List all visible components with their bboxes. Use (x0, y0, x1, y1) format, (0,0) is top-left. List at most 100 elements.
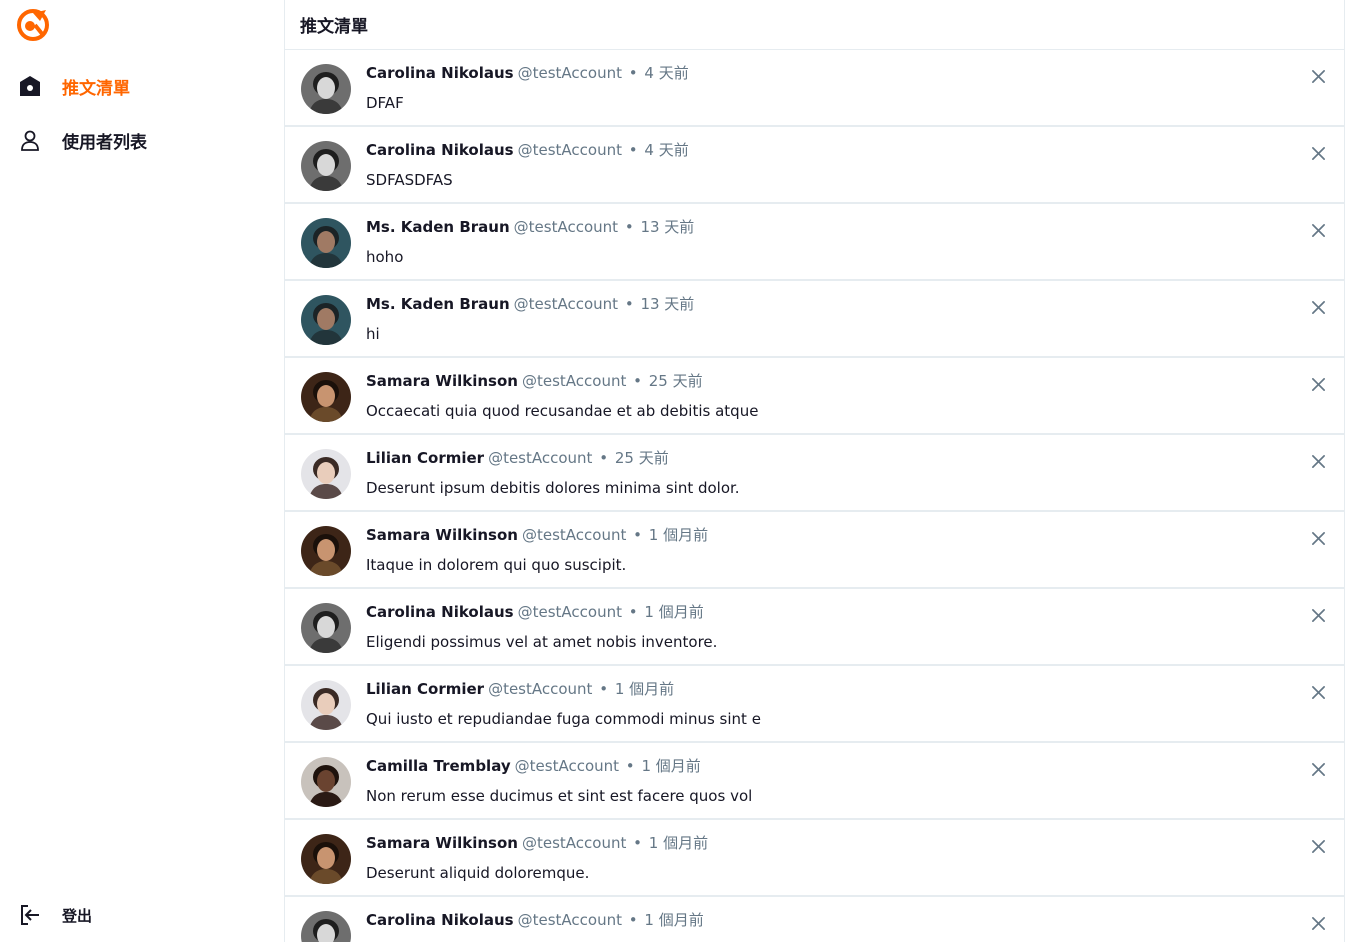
delete-tweet-button[interactable] (1308, 838, 1328, 858)
page-title: 推文清單 (300, 17, 368, 37)
tweet-author-name[interactable]: Carolina Nikolaus (366, 603, 514, 621)
tweet-author-name[interactable]: Carolina Nikolaus (366, 911, 514, 929)
avatar[interactable] (301, 680, 351, 730)
close-icon (1311, 916, 1326, 935)
separator-dot: • (628, 603, 638, 621)
delete-tweet-button[interactable] (1308, 68, 1328, 88)
tweet-author-name[interactable]: Samara Wilkinson (366, 834, 518, 852)
logout-button[interactable]: 登出 (16, 900, 92, 930)
avatar[interactable] (301, 834, 351, 884)
avatar[interactable] (301, 64, 351, 114)
tweet-row[interactable]: Ms. Kaden Braun @testAccount • 13 天前 hoho (285, 204, 1344, 281)
separator-dot: • (633, 372, 642, 390)
tweet-author-account[interactable]: @testAccount (514, 295, 618, 313)
separator-dot: • (624, 295, 634, 313)
delete-tweet-button[interactable] (1308, 299, 1328, 319)
tweet-header: Samara Wilkinson @testAccount • 1 個月前 (366, 834, 708, 852)
delete-tweet-button[interactable] (1308, 530, 1328, 550)
avatar[interactable] (301, 911, 351, 942)
tweet-content: Eligendi possimus vel at amet nobis inve… (366, 633, 718, 651)
avatar[interactable] (301, 603, 351, 653)
tweet-row[interactable]: Camilla Tremblay @testAccount • 1 個月前 Non… (285, 743, 1344, 820)
tweet-content: Itaque in dolorem qui quo suscipit. (366, 556, 627, 574)
separator-dot: • (633, 526, 642, 544)
avatar[interactable] (301, 141, 351, 191)
sidebar-item-tweets[interactable]: 推文清單 (16, 71, 130, 101)
avatar[interactable] (301, 757, 351, 807)
tweet-author-account[interactable]: @testAccount (518, 141, 622, 159)
tweet-author-name[interactable]: Carolina Nikolaus (366, 64, 514, 82)
tweet-author-name[interactable]: Lilian Cormier (366, 449, 484, 467)
sidebar-item-users[interactable]: 使用者列表 (16, 125, 147, 155)
user-icon (16, 126, 44, 154)
tweet-author-account[interactable]: @testAccount (522, 834, 626, 852)
separator-dot: • (633, 834, 642, 852)
tweet-row[interactable]: Samara Wilkinson @testAccount • 1 個月前 Ita… (285, 512, 1344, 589)
delete-tweet-button[interactable] (1308, 607, 1328, 627)
tweet-author-name[interactable]: Samara Wilkinson (366, 526, 518, 544)
delete-tweet-button[interactable] (1308, 915, 1328, 935)
sidebar-item-label: 使用者列表 (62, 132, 147, 153)
delete-tweet-button[interactable] (1308, 145, 1328, 165)
tweet-header: Samara Wilkinson @testAccount • 25 天前 (366, 372, 703, 390)
tweet-row[interactable]: Lilian Cormier @testAccount • 1 個月前 Qui i… (285, 666, 1344, 743)
tweet-author-account[interactable]: @testAccount (514, 218, 618, 236)
delete-tweet-button[interactable] (1308, 684, 1328, 704)
tweet-author-account[interactable]: @testAccount (522, 372, 626, 390)
tweet-row[interactable]: Carolina Nikolaus @testAccount • 1 個月前 (285, 897, 1344, 942)
tweet-author-name[interactable]: Carolina Nikolaus (366, 141, 514, 159)
tweet-timestamp: 4 天前 (644, 141, 689, 159)
avatar[interactable] (301, 526, 351, 576)
close-icon (1311, 146, 1326, 165)
close-icon (1311, 839, 1326, 858)
avatar[interactable] (301, 295, 351, 345)
delete-tweet-button[interactable] (1308, 376, 1328, 396)
close-icon (1311, 454, 1326, 473)
separator-dot: • (628, 141, 638, 159)
tweet-row[interactable]: Carolina Nikolaus @testAccount • 4 天前 DFA… (285, 50, 1344, 127)
tweet-content: Qui iusto et repudiandae fuga commodi mi… (366, 710, 761, 728)
alphitter-logo-icon[interactable] (16, 7, 50, 41)
tweet-author-account[interactable]: @testAccount (488, 680, 592, 698)
separator-dot: • (624, 218, 634, 236)
tweet-author-name[interactable]: Lilian Cormier (366, 680, 484, 698)
tweet-author-name[interactable]: Ms. Kaden Braun (366, 295, 510, 313)
tweet-header: Samara Wilkinson @testAccount • 1 個月前 (366, 526, 708, 544)
tweet-content: Non rerum esse ducimus et sint est facer… (366, 787, 753, 805)
avatar[interactable] (301, 218, 351, 268)
tweet-row[interactable]: Lilian Cormier @testAccount • 25 天前 Deser… (285, 435, 1344, 512)
logout-icon (16, 901, 44, 929)
tweet-author-name[interactable]: Samara Wilkinson (366, 372, 518, 390)
tweet-content: Deserunt aliquid doloremque. (366, 864, 590, 882)
tweet-author-account[interactable]: @testAccount (518, 911, 622, 929)
tweet-row[interactable]: Samara Wilkinson @testAccount • 1 個月前 Des… (285, 820, 1344, 897)
tweet-author-account[interactable]: @testAccount (522, 526, 626, 544)
tweet-row[interactable]: Samara Wilkinson @testAccount • 25 天前 Occ… (285, 358, 1344, 435)
tweet-content: Deserunt ipsum debitis dolores minima si… (366, 479, 740, 497)
separator-dot: • (625, 757, 635, 775)
separator-dot: • (599, 680, 609, 698)
close-icon (1311, 69, 1326, 88)
tweet-author-name[interactable]: Ms. Kaden Braun (366, 218, 510, 236)
page-header: 推文清單 (285, 0, 1344, 50)
tweet-row[interactable]: Carolina Nikolaus @testAccount • 1 個月前 El… (285, 589, 1344, 666)
tweet-timestamp: 25 天前 (614, 449, 669, 467)
avatar[interactable] (301, 372, 351, 422)
tweet-author-account[interactable]: @testAccount (518, 64, 622, 82)
tweet-header: Carolina Nikolaus @testAccount • 4 天前 (366, 141, 689, 159)
tweet-header: Lilian Cormier @testAccount • 25 天前 (366, 449, 669, 467)
tweet-list-panel: 推文清單 Carolina Nikolaus @testAccount • 4 天… (284, 0, 1345, 942)
tweet-row[interactable]: Carolina Nikolaus @testAccount • 4 天前 SDF… (285, 127, 1344, 204)
tweet-author-name[interactable]: Camilla Tremblay (366, 757, 511, 775)
delete-tweet-button[interactable] (1308, 222, 1328, 242)
tweet-content: SDFASDFAS (366, 171, 453, 189)
tweet-list: Carolina Nikolaus @testAccount • 4 天前 DFA… (285, 50, 1344, 942)
delete-tweet-button[interactable] (1308, 453, 1328, 473)
close-icon (1311, 531, 1326, 550)
tweet-row[interactable]: Ms. Kaden Braun @testAccount • 13 天前 hi (285, 281, 1344, 358)
tweet-author-account[interactable]: @testAccount (518, 603, 622, 621)
tweet-author-account[interactable]: @testAccount (488, 449, 592, 467)
avatar[interactable] (301, 449, 351, 499)
delete-tweet-button[interactable] (1308, 761, 1328, 781)
tweet-author-account[interactable]: @testAccount (515, 757, 619, 775)
